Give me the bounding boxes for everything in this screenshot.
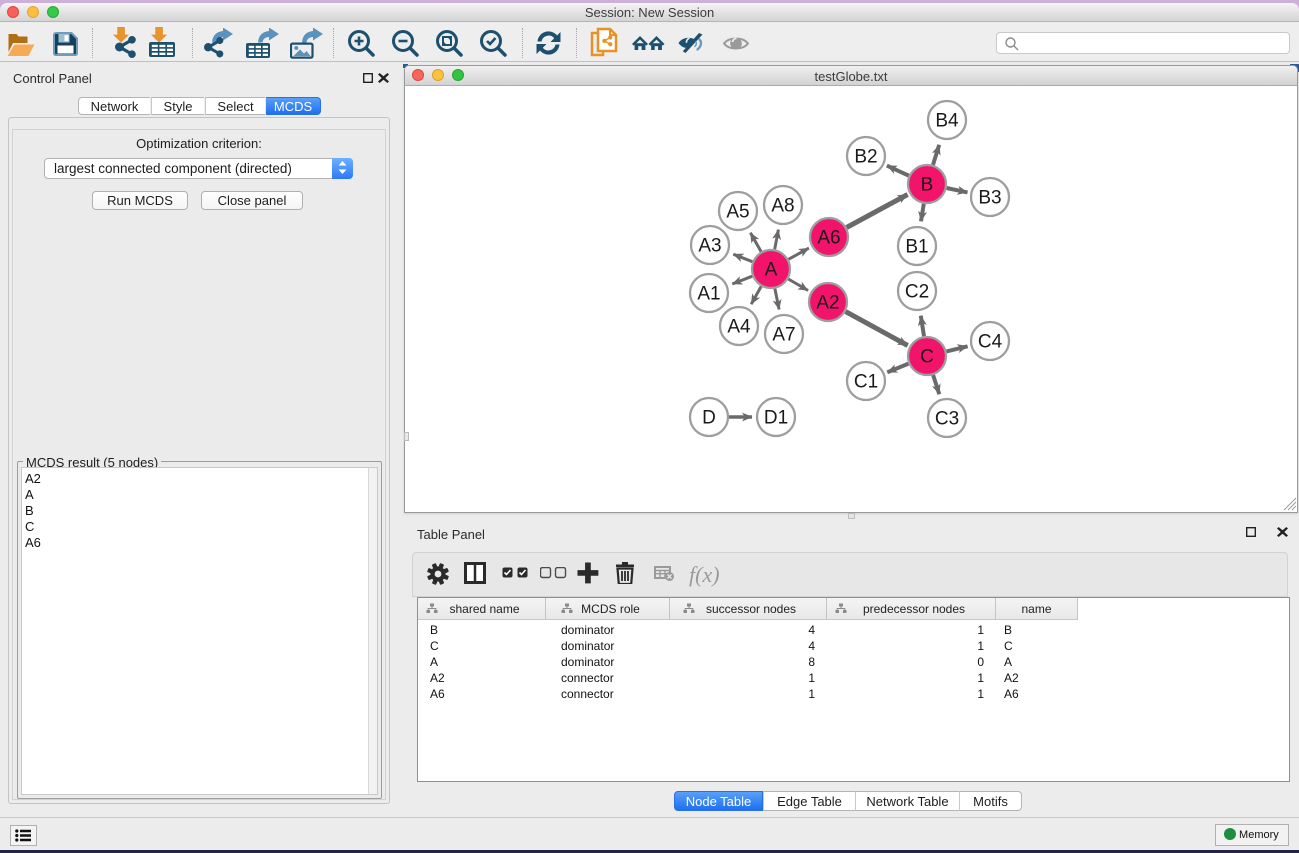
- svg-text:A1: A1: [697, 284, 720, 305]
- svg-text:A4: A4: [727, 317, 751, 338]
- svg-text:C2: C2: [905, 282, 929, 303]
- svg-text:A6: A6: [817, 228, 840, 249]
- svg-text:A3: A3: [698, 236, 721, 257]
- svg-text:A2: A2: [816, 293, 839, 314]
- svg-text:A: A: [765, 260, 778, 281]
- svg-text:B1: B1: [905, 237, 928, 258]
- svg-text:A8: A8: [771, 196, 794, 217]
- svg-text:A7: A7: [772, 325, 795, 346]
- svg-text:C: C: [920, 347, 934, 368]
- svg-text:C1: C1: [854, 372, 878, 393]
- svg-text:C4: C4: [978, 332, 1003, 353]
- svg-text:B: B: [921, 175, 934, 196]
- svg-text:B4: B4: [935, 111, 959, 132]
- svg-text:A5: A5: [726, 202, 749, 223]
- svg-text:C3: C3: [935, 409, 959, 430]
- svg-text:B2: B2: [854, 147, 877, 168]
- svg-text:D1: D1: [764, 408, 788, 429]
- svg-text:D: D: [702, 408, 716, 429]
- svg-text:B3: B3: [978, 188, 1001, 209]
